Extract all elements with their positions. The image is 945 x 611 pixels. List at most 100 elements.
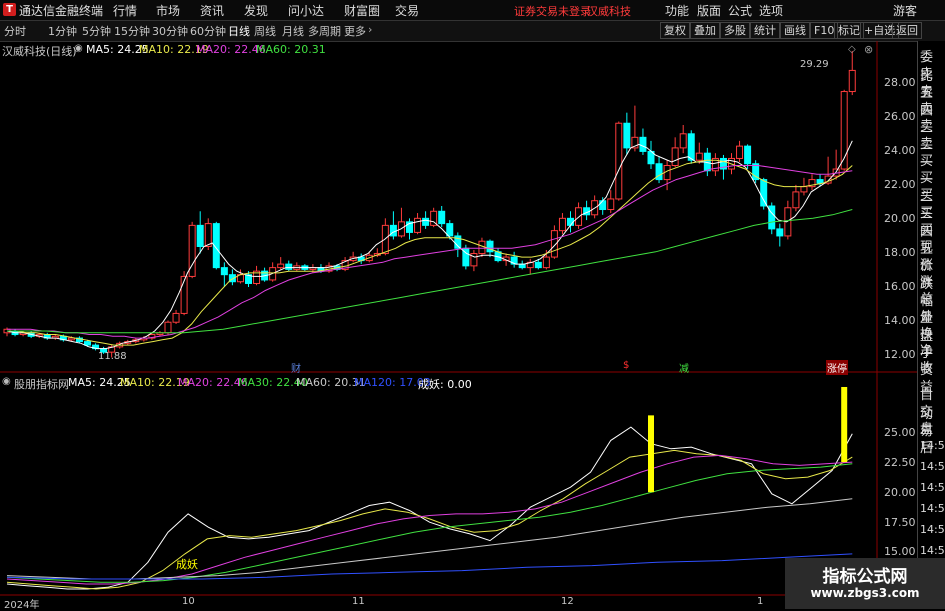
ma60-label: MA60: 20.31 [256,43,326,56]
y-tick: 26.00 [884,110,916,123]
dropdown-icon[interactable]: ◉ [74,43,83,54]
y-tick: 20.00 [884,212,916,225]
candle-body [172,312,180,323]
draw-line-button[interactable]: 画线 [780,22,810,39]
side-time: 14:57 [920,544,945,557]
period-multi[interactable]: 多周期 [308,23,341,39]
candle-body [744,145,752,165]
diamond-icon[interactable]: ◇ [848,44,856,55]
title-stock-name: 汉威科技 [587,5,631,18]
ind-y-tick: 15.00 [884,545,916,558]
ind-ma5-line [6,426,853,590]
login-status[interactable]: 证券交易未登录 [514,3,591,19]
signal-bar [648,415,654,493]
candle-body [776,228,784,237]
candle-body [599,200,607,211]
ma5-line [6,140,853,350]
candle-body [277,263,285,269]
candle-body [84,341,91,346]
menu-function[interactable]: 功能 [665,2,689,19]
candle-body [518,263,526,269]
ind-ma60-line [6,498,853,580]
adjust-button[interactable]: 复权 [660,22,690,39]
chevron-right-icon[interactable]: › [368,23,372,36]
period-timeshare[interactable]: 分时 [4,23,26,39]
y-tick: 22.00 [884,178,916,191]
candle-body [671,147,679,166]
overlay-button[interactable]: 叠加 [690,22,720,39]
event-finance[interactable]: 财 [290,360,302,375]
signal-bars-group [648,386,848,493]
menu-layout[interactable]: 版面 [697,2,721,19]
settings-icon[interactable]: ⊗ [864,43,873,56]
candle-body [285,263,293,270]
back-button[interactable]: 返回 [892,22,922,39]
candle-body [687,133,695,161]
ind-ma120-line [6,553,853,580]
candle-body [558,217,566,232]
period-30min[interactable]: 30分钟 [152,23,188,39]
candle-body [848,69,856,93]
period-weekly[interactable]: 周线 [254,23,276,39]
ma-lines-group [6,140,853,350]
candle-body [381,224,389,255]
candle-body [615,122,623,200]
y-tick: 24.00 [884,144,916,157]
candle-body [204,223,212,247]
event-limit-up[interactable]: 涨停 [826,360,848,375]
event-finance-label: 财 [291,364,301,375]
candle-body [164,321,172,334]
candle-body [220,267,228,276]
candle-body [534,261,542,269]
title-bar [0,0,945,20]
menu-wealth[interactable]: 财富圈 [344,2,380,19]
menu-trade[interactable]: 交易 [395,2,419,19]
event-dividend[interactable]: $ [622,360,630,371]
period-5min[interactable]: 5分钟 [82,23,111,39]
ind-y-tick: 20.00 [884,486,916,499]
candle-body [623,122,631,149]
ma60-line [7,209,853,334]
period-more[interactable]: 更多 [344,23,366,39]
side-time: 14:50 [920,439,945,452]
indicator-name: 股朋指标网 [14,378,69,391]
x-date: 10 [182,596,195,607]
side-time: 14:57 [920,523,945,536]
y-tick: 28.00 [884,76,916,89]
menu-market[interactable]: 市场 [156,2,180,19]
period-1min[interactable]: 1分钟 [48,23,77,39]
ind-y-tick: 22.50 [884,456,916,469]
candle-body [446,223,454,237]
period-daily[interactable]: 日线 [228,23,250,39]
guest-user[interactable]: 游客 [893,2,917,19]
candle-body [478,240,486,255]
x-date: 12 [561,596,574,607]
ind-y-tick: 25.00 [884,426,916,439]
ind-y-tick: 17.50 [884,516,916,529]
menu-formula[interactable]: 公式 [728,2,752,19]
period-monthly[interactable]: 月线 [282,23,304,39]
period-15min[interactable]: 15分钟 [114,23,150,39]
event-limit-up-label: 涨停 [827,364,847,375]
candle-body [792,191,800,209]
menu-news[interactable]: 资讯 [200,2,224,19]
menu-ask[interactable]: 问小达 [288,2,324,19]
chart-stock-label: 汉威科技(日线) [2,45,77,58]
candle-body [196,224,204,248]
signal-bar [841,386,848,463]
kline-chart[interactable] [0,41,917,609]
candle-body [695,152,703,161]
stats-button[interactable]: 统计 [750,22,780,39]
x-date: 11 [352,596,365,607]
ind-signal-label: 成妖: 0.00 [418,378,472,391]
menu-options[interactable]: 选项 [759,2,783,19]
period-60min[interactable]: 60分钟 [190,23,226,39]
menu-quotes[interactable]: 行情 [113,2,137,19]
menu-discover[interactable]: 发现 [244,2,268,19]
multi-stock-button[interactable]: 多股 [720,22,750,39]
ind-ma10-line [6,449,853,590]
event-reduce[interactable]: 减 [678,360,690,375]
indicator-menu-icon[interactable]: ◉ [2,376,11,387]
watermark-title: 指标公式网 [822,567,908,587]
candle-body [760,179,768,207]
